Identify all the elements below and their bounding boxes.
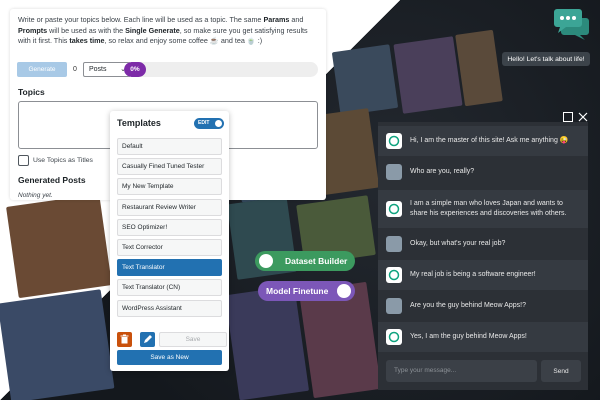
chat-message-text: Okay, but what's your real job? xyxy=(410,240,506,247)
chat-message: Who are you, really? xyxy=(378,158,588,186)
generated-count: 0 xyxy=(73,66,77,73)
user-avatar xyxy=(386,164,402,180)
topics-heading: Topics xyxy=(18,87,45,97)
use-topics-as-titles-label: Use Topics as Titles xyxy=(33,157,93,164)
chat-message-text: I am a simple man who loves Japan and wa… xyxy=(410,200,567,217)
background-tile xyxy=(393,36,463,114)
generated-posts-heading: Generated Posts xyxy=(18,175,86,185)
delete-template-button[interactable] xyxy=(117,332,132,347)
background-tile xyxy=(6,193,112,299)
intro-text: Write or paste your topics below. Each l… xyxy=(18,15,308,45)
template-item[interactable]: Text Translator (CN) xyxy=(117,279,222,296)
openai-icon xyxy=(388,203,400,215)
ai-avatar xyxy=(386,133,402,149)
chat-bubble-icon[interactable] xyxy=(554,8,590,40)
progress-fill: 0% xyxy=(124,62,146,77)
dataset-builder-label: Dataset Builder xyxy=(285,256,348,266)
chat-message-text: Are you the guy behind Meow Apps!? xyxy=(410,302,526,309)
chat-message: Yes, I am the guy behind Meow Apps! xyxy=(378,322,588,352)
close-icon[interactable] xyxy=(578,112,588,122)
chat-tooltip: Hello! Let's talk about life! xyxy=(502,52,590,66)
chat-message-text: Hi, I am the master of this site! Ask me… xyxy=(410,137,569,144)
save-template-button[interactable]: Save xyxy=(159,332,227,347)
dataset-builder-toggle[interactable]: Dataset Builder xyxy=(255,251,355,271)
generate-button[interactable]: Generate xyxy=(17,62,67,77)
generated-posts-empty: Nothing yet. xyxy=(18,192,53,199)
model-finetune-label: Model Finetune xyxy=(266,286,329,296)
chat-message: I am a simple man who loves Japan and wa… xyxy=(378,190,588,228)
template-item[interactable]: Default xyxy=(117,138,222,155)
user-avatar xyxy=(386,298,402,314)
ai-avatar xyxy=(386,201,402,217)
background-tile xyxy=(0,289,115,400)
toggle-knob xyxy=(337,284,351,298)
post-type-value: Posts xyxy=(89,66,107,73)
chat-message-text: My real job is being a software engineer… xyxy=(410,271,536,278)
chat-send-button[interactable]: Send xyxy=(541,360,581,382)
chat-message-input[interactable]: Type your message... xyxy=(386,360,537,382)
toggle-knob xyxy=(215,120,222,127)
template-item[interactable]: WordPress Assistant xyxy=(117,300,222,317)
ai-avatar xyxy=(386,329,402,345)
chat-message: Hi, I am the master of this site! Ask me… xyxy=(378,126,588,156)
template-item[interactable]: Casually Fined Tuned Tester xyxy=(117,158,222,175)
generate-row: Generate 0 Posts ⌄ xyxy=(17,62,131,77)
trash-icon xyxy=(120,334,129,344)
use-topics-as-titles-row[interactable]: Use Topics as Titles xyxy=(18,155,93,166)
chat-message-text: Who are you, really? xyxy=(410,168,475,175)
openai-icon xyxy=(388,135,400,147)
use-topics-as-titles-checkbox[interactable] xyxy=(18,155,29,166)
toggle-knob xyxy=(259,254,273,268)
chat-message-text: Yes, I am the guy behind Meow Apps! xyxy=(410,333,527,340)
progress-bar: 0% xyxy=(124,62,318,77)
edit-template-button[interactable] xyxy=(140,332,155,347)
template-item-active[interactable]: Text Translator xyxy=(117,259,222,276)
edit-toggle-label: EDIT xyxy=(198,120,210,126)
template-item[interactable]: Text Corrector xyxy=(117,239,222,256)
ai-avatar xyxy=(386,267,402,283)
templates-title: Templates xyxy=(117,118,161,128)
chat-window: Hi, I am the master of this site! Ask me… xyxy=(378,122,588,390)
openai-icon xyxy=(388,331,400,343)
save-as-new-button[interactable]: Save as New xyxy=(117,350,222,365)
user-avatar xyxy=(386,236,402,252)
template-item[interactable]: SEO Optimizer! xyxy=(117,219,222,236)
background-tile xyxy=(331,44,399,116)
model-finetune-toggle[interactable]: Model Finetune xyxy=(258,281,355,301)
chat-message: Are you the guy behind Meow Apps!? xyxy=(378,292,588,320)
background-tile xyxy=(224,285,310,400)
chat-message: Okay, but what's your real job? xyxy=(378,230,588,258)
pencil-icon xyxy=(144,335,152,343)
template-item[interactable]: Restaurant Review Writer xyxy=(117,199,222,216)
edit-toggle[interactable]: EDIT xyxy=(194,118,224,129)
maximize-icon[interactable] xyxy=(563,112,573,122)
openai-icon xyxy=(388,269,400,281)
chat-message: My real job is being a software engineer… xyxy=(378,260,588,290)
template-item[interactable]: My New Template xyxy=(117,178,222,195)
